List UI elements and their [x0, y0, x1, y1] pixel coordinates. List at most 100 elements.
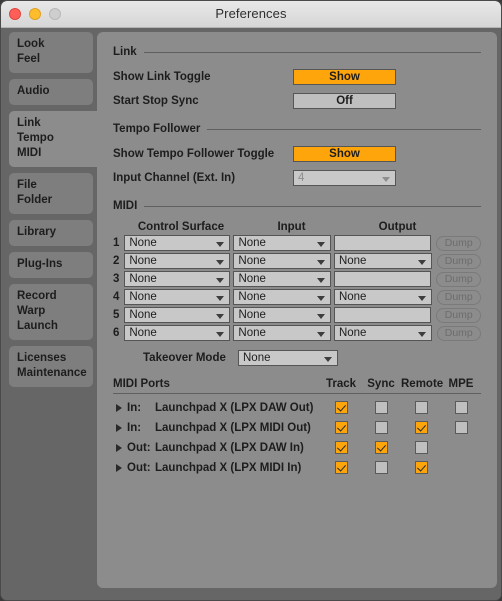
checkbox-sync[interactable] [374, 441, 388, 454]
section-header-link: Link [113, 46, 481, 58]
checkbox-sync[interactable] [374, 461, 388, 474]
dropdown-control-surface[interactable]: None [124, 253, 231, 269]
midi-port-label: Launchpad X (LPX MIDI Out) [155, 421, 311, 434]
expand-triangle-icon[interactable] [113, 463, 127, 472]
sidebar-item-file-folder[interactable]: File Folder [9, 173, 93, 214]
sidebar-item-plug-ins[interactable]: Plug-Ins [9, 252, 93, 278]
preferences-sidebar: Look Feel Audio Link Tempo MIDI File Folder Libr… [1, 28, 105, 600]
midi-surface-row: 4 None None None Dump [113, 289, 481, 305]
row-show-link-toggle: Show Link Toggle Show [113, 67, 481, 87]
sidebar-item-label: MIDI [17, 147, 42, 159]
dropdown-input-channel[interactable]: 4 [293, 170, 396, 186]
expand-triangle-icon[interactable] [113, 443, 127, 452]
dropdown-takeover-mode[interactable]: None [238, 350, 338, 366]
midi-row-index: 3 [113, 273, 120, 285]
dump-button[interactable]: Dump [436, 235, 481, 251]
sidebar-item-library[interactable]: Library [9, 220, 93, 246]
sidebar-item-label: Maintenance [17, 367, 87, 379]
checkbox-track[interactable] [334, 441, 348, 454]
checkbox-track-cell [321, 441, 361, 454]
midi-port-label: Launchpad X (LPX MIDI In) [155, 461, 302, 474]
section-rule [144, 205, 481, 207]
dropdown-midi-input[interactable]: None [233, 289, 331, 305]
checkbox-remote[interactable] [414, 421, 428, 434]
sidebar-item-link-tempo-midi[interactable]: Link Tempo MIDI [9, 111, 105, 167]
section-title-midi-ports: MIDI Ports [113, 378, 170, 390]
dropdown-control-surface[interactable]: None [124, 235, 231, 251]
sidebar-item-look-feel[interactable]: Look Feel [9, 32, 93, 73]
dropdown-midi-output[interactable]: None [333, 325, 432, 341]
dump-button[interactable]: Dump [436, 253, 481, 269]
sidebar-item-label: Link [17, 117, 41, 129]
dropdown-midi-input[interactable]: None [233, 235, 332, 251]
checkbox-remote-cell [401, 441, 441, 454]
sidebar-item-label: Licenses [17, 352, 67, 364]
dropdown-midi-output[interactable]: None [333, 289, 432, 305]
expand-triangle-icon[interactable] [113, 403, 127, 412]
column-header-sync: Sync [367, 378, 395, 390]
midi-control-surface-table: Control Surface Input Output 1 None None Du… [113, 221, 481, 341]
column-header-track: Track [325, 378, 357, 390]
column-header-mpe: MPE [448, 378, 474, 390]
preferences-window: Preferences Look Feel Audio Link Tempo MIDI Fi… [0, 0, 502, 601]
checkbox-sync[interactable] [374, 421, 388, 434]
label-start-stop-sync: Start Stop Sync [113, 95, 199, 107]
midi-port-name: Out: Launchpad X (LPX MIDI In) [127, 462, 321, 474]
midi-port-row: Out: Launchpad X (LPX DAW In) [113, 439, 481, 456]
checkbox-sync[interactable] [374, 401, 388, 414]
checkbox-sync-cell [361, 441, 401, 454]
dropdown-control-surface[interactable]: None [124, 271, 231, 287]
dropdown-midi-output[interactable] [334, 235, 432, 251]
section-rule [143, 51, 481, 53]
section-title-midi: MIDI [113, 200, 138, 212]
sidebar-item-record-warp-launch[interactable]: Record Warp Launch [9, 284, 93, 340]
checkbox-track[interactable] [334, 401, 348, 414]
midi-port-direction: Out: [127, 441, 151, 454]
checkbox-track[interactable] [334, 461, 348, 474]
column-header-input: Input [277, 221, 306, 233]
midi-port-row: In: Launchpad X (LPX DAW Out) [113, 399, 481, 416]
checkbox-track[interactable] [334, 421, 348, 434]
dropdown-midi-input[interactable]: None [233, 325, 331, 341]
sidebar-item-label: File [17, 179, 37, 191]
dropdown-midi-input[interactable]: None [233, 271, 332, 287]
dropdown-midi-output[interactable] [334, 271, 432, 287]
toggle-show-tempo-follower[interactable]: Show [293, 146, 396, 162]
expand-triangle-icon[interactable] [113, 423, 127, 432]
sidebar-item-audio[interactable]: Audio [9, 79, 93, 105]
midi-port-label: Launchpad X (LPX DAW Out) [155, 401, 314, 414]
checkbox-remote[interactable] [414, 441, 428, 454]
toggle-show-link[interactable]: Show [293, 69, 396, 85]
checkbox-mpe-cell [441, 461, 481, 474]
checkbox-remote[interactable] [414, 461, 428, 474]
column-header-output: Output [378, 221, 417, 233]
dump-button[interactable]: Dump [436, 289, 481, 305]
dropdown-control-surface[interactable]: None [124, 325, 231, 341]
checkbox-remote-cell [401, 421, 441, 434]
column-header-control-surface: Control Surface [137, 221, 225, 233]
midi-surface-row: 6 None None None Dump [113, 325, 481, 341]
midi-surface-row: 2 None None None Dump [113, 253, 481, 269]
dropdown-midi-input[interactable]: None [233, 253, 331, 269]
midi-row-index: 1 [113, 237, 120, 249]
checkbox-remote[interactable] [414, 401, 428, 414]
checkbox-mpe[interactable] [454, 401, 468, 414]
section-title-tempo-follower: Tempo Follower [113, 123, 201, 135]
midi-surface-row: 3 None None Dump [113, 271, 481, 287]
dropdown-control-surface[interactable]: None [124, 307, 231, 323]
checkbox-mpe[interactable] [454, 421, 468, 434]
dropdown-midi-output[interactable] [334, 307, 432, 323]
dropdown-midi-input[interactable]: None [233, 307, 332, 323]
dropdown-control-surface[interactable]: None [124, 289, 231, 305]
midi-port-direction: Out: [127, 461, 151, 474]
dropdown-midi-output[interactable]: None [333, 253, 432, 269]
toggle-start-stop-sync[interactable]: Off [293, 93, 396, 109]
dump-button[interactable]: Dump [436, 325, 481, 341]
sidebar-item-label: Launch [17, 320, 58, 332]
dump-button[interactable]: Dump [436, 271, 481, 287]
checkbox-mpe-cell [441, 401, 481, 414]
midi-port-name: In: Launchpad X (LPX DAW Out) [127, 402, 321, 414]
sidebar-item-licenses-maintenance[interactable]: Licenses Maintenance [9, 346, 93, 387]
sidebar-item-label: Plug-Ins [17, 258, 63, 270]
dump-button[interactable]: Dump [436, 307, 481, 323]
